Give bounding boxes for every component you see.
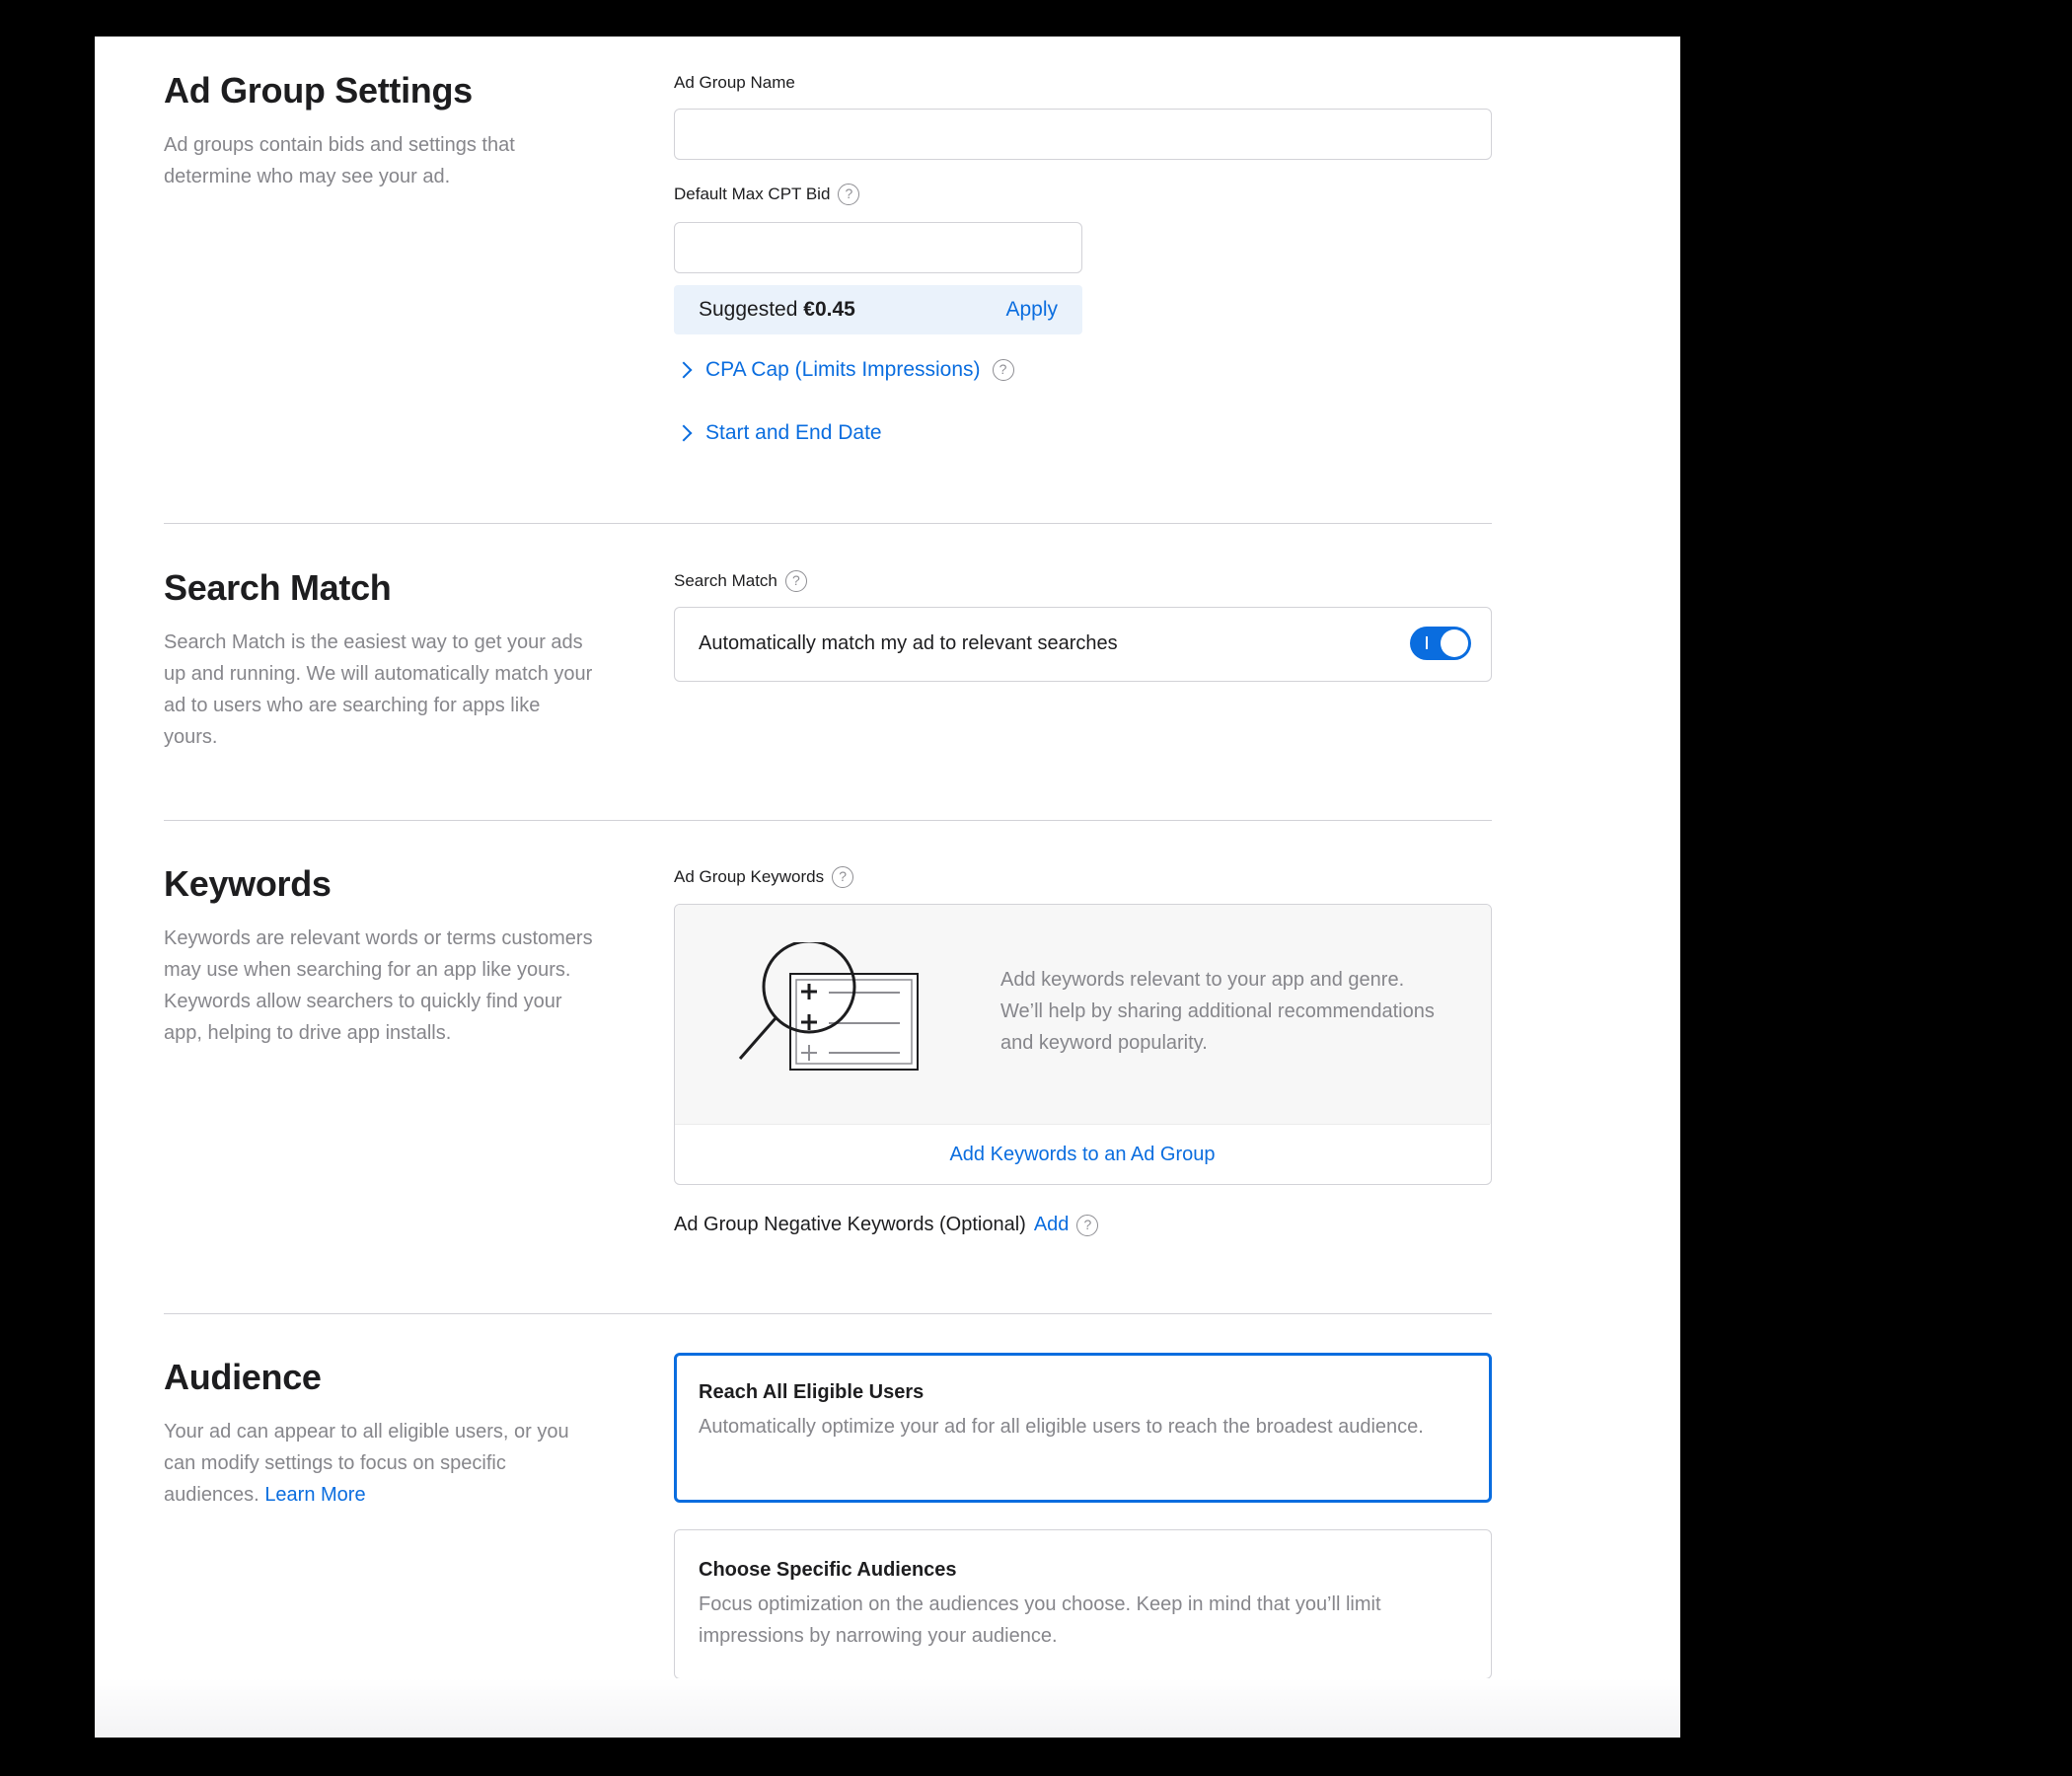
- audience-description: Your ad can appear to all eligible users…: [164, 1421, 569, 1506]
- default-max-cpt-bid-label: Default Max CPT Bid ?: [674, 184, 860, 205]
- learn-more-link[interactable]: Learn More: [264, 1484, 365, 1506]
- audience-option-title: Choose Specific Audiences: [699, 1559, 957, 1581]
- add-keywords-link[interactable]: Add Keywords to an Ad Group: [675, 1124, 1490, 1183]
- search-match-description: Search Match is the easiest way to get y…: [164, 631, 593, 748]
- ad-group-name-label-text: Ad Group Name: [674, 73, 795, 92]
- audience-option-specific[interactable]: Choose Specific Audiences Focus optimiza…: [674, 1529, 1492, 1679]
- suggested-bid-text: Suggested €0.45: [699, 298, 855, 322]
- apply-suggested-bid-button[interactable]: Apply: [1005, 298, 1058, 322]
- search-match-toggle-row: Automatically match my ad to relevant se…: [674, 607, 1492, 682]
- ad-group-keywords-label-text: Ad Group Keywords: [674, 867, 825, 886]
- negative-keywords-label: Ad Group Negative Keywords (Optional): [674, 1214, 1026, 1235]
- ad-group-settings-title: Ad Group Settings: [164, 70, 473, 111]
- audience-option-description: Focus optimization on the audiences you …: [699, 1593, 1381, 1647]
- chevron-right-icon: [675, 424, 693, 442]
- magnifier-list-icon: [738, 942, 919, 1071]
- add-negative-keywords-link[interactable]: Add: [1034, 1214, 1070, 1236]
- search-match-toggle[interactable]: [1410, 627, 1471, 660]
- search-match-field-label: Search Match ?: [674, 570, 807, 592]
- ad-group-name-input[interactable]: [674, 109, 1492, 160]
- ad-group-name-label: Ad Group Name: [674, 73, 795, 93]
- keywords-description: Keywords are relevant words or terms cus…: [164, 927, 593, 1044]
- audience-description-block: Your ad can appear to all eligible users…: [164, 1416, 598, 1511]
- start-end-date-link[interactable]: Start and End Date: [705, 421, 882, 445]
- question-circle-icon[interactable]: ?: [838, 184, 860, 205]
- default-max-cpt-bid-input[interactable]: [674, 222, 1082, 273]
- ad-group-panel: Ad Group Settings Ad groups contain bids…: [95, 37, 1680, 1738]
- toggle-knob: [1441, 629, 1468, 657]
- question-circle-icon[interactable]: ?: [832, 866, 854, 888]
- cpa-cap-expander[interactable]: CPA Cap (Limits Impressions) ?: [675, 358, 1014, 382]
- section-divider: [164, 523, 1492, 524]
- ad-group-settings-description: Ad groups contain bids and settings that…: [164, 134, 515, 187]
- cpa-cap-link[interactable]: CPA Cap (Limits Impressions): [705, 358, 981, 382]
- suggested-bid-banner: Suggested €0.45 Apply: [674, 285, 1082, 334]
- panel-bottom-fade: [95, 1678, 1680, 1738]
- keywords-empty-state: Add keywords relevant to your app and ge…: [674, 904, 1492, 1185]
- question-circle-icon[interactable]: ?: [1076, 1214, 1099, 1236]
- toggle-on-mark: [1426, 636, 1428, 649]
- keywords-empty-text: Add keywords relevant to your app and ge…: [1000, 969, 1435, 1054]
- audience-option-reach-all[interactable]: Reach All Eligible Users Automatically o…: [674, 1353, 1492, 1503]
- start-end-date-expander[interactable]: Start and End Date: [675, 421, 882, 445]
- question-circle-icon[interactable]: ?: [992, 359, 1014, 381]
- suggested-prefix: Suggested: [699, 298, 798, 321]
- search-match-title: Search Match: [164, 567, 392, 608]
- search-match-field-label-text: Search Match: [674, 571, 777, 590]
- audience-option-description: Automatically optimize your ad for all e…: [699, 1416, 1424, 1438]
- negative-keywords-row: Ad Group Negative Keywords (Optional) Ad…: [674, 1214, 1099, 1236]
- keywords-title: Keywords: [164, 863, 332, 904]
- default-max-cpt-bid-label-text: Default Max CPT Bid: [674, 185, 831, 203]
- audience-title: Audience: [164, 1357, 322, 1397]
- section-divider: [164, 820, 1492, 821]
- suggested-amount: €0.45: [803, 298, 855, 321]
- chevron-right-icon: [675, 361, 693, 379]
- question-circle-icon[interactable]: ?: [784, 570, 807, 592]
- search-match-toggle-text: Automatically match my ad to relevant se…: [699, 632, 1118, 654]
- audience-option-title: Reach All Eligible Users: [699, 1381, 925, 1403]
- section-divider: [164, 1313, 1492, 1314]
- ad-group-keywords-label: Ad Group Keywords ?: [674, 866, 854, 888]
